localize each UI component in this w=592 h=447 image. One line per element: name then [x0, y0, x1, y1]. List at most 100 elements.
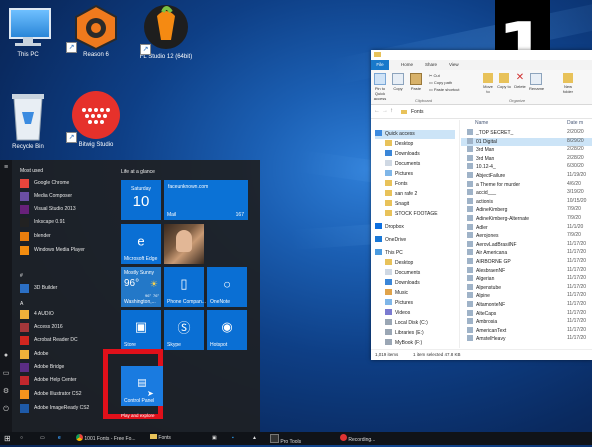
nav-item[interactable]: Music	[385, 289, 408, 298]
file-row[interactable]: 3rd Man 2/28/20	[461, 154, 592, 163]
file-row[interactable]: a Theme for murder 4/6/20	[461, 180, 592, 189]
file-row[interactable]: Alpenstube 11/17/20	[461, 283, 592, 292]
address-bar[interactable]: ← → ↑ Fonts	[371, 106, 592, 119]
nav-item[interactable]: Documents	[385, 160, 420, 169]
file-row[interactable]: AltamonteNF 11/17/20	[461, 301, 592, 309]
nav-item[interactable]: Documents	[385, 269, 420, 278]
delete-button[interactable]: ✕ Delete	[513, 73, 527, 90]
nav-item[interactable]: OneDrive	[375, 236, 406, 245]
nav-item[interactable]: Quick access	[375, 130, 455, 139]
edge-taskbar-icon[interactable]: e	[58, 434, 61, 443]
hotspot-tile[interactable]: ◉ Hotspot	[207, 310, 247, 350]
explorer-icon[interactable]: ▭	[2, 370, 10, 378]
app-item[interactable]: Adobe Help Center	[18, 374, 114, 387]
copy-button[interactable]: Copy	[391, 73, 405, 91]
file-row[interactable]: AbjectFailure 11/19/20	[461, 172, 592, 180]
cut-button[interactable]: ✂ Cut	[429, 73, 440, 78]
file-row[interactable]: 01 Digital 8/29/20	[461, 137, 592, 146]
user-icon[interactable]: ●	[2, 352, 10, 360]
file-row[interactable]: Ambrosia 11/17/20	[461, 318, 592, 326]
app-item[interactable]: Windows Media Player	[18, 244, 114, 257]
edge-tile[interactable]: e Microsoft Edge	[121, 224, 161, 264]
pin-quick-access-button[interactable]: Pin to Quick access	[373, 73, 387, 101]
paste-shortcut-button[interactable]: ▭ Paste shortcut	[429, 87, 459, 92]
nav-item[interactable]: Videos	[385, 309, 410, 318]
forward-arrow-icon[interactable]: →	[382, 108, 388, 114]
nav-item[interactable]: Desktop	[385, 140, 413, 149]
nav-item[interactable]: Libraries (E:)	[385, 329, 424, 338]
tab-view[interactable]: View	[449, 62, 459, 67]
file-row[interactable]: 10.12-4_ 6/30/20	[461, 163, 592, 171]
nav-item[interactable]: Desktop	[385, 259, 413, 268]
paste-button[interactable]: Paste	[409, 73, 423, 91]
nav-item[interactable]: Snagit	[385, 200, 409, 209]
phone-companion-tile[interactable]: ▯ Phone Compan...	[164, 267, 206, 307]
weather-tile[interactable]: Mostly Sunny 96° ☀ 96° 76° Washington,..…	[121, 267, 161, 307]
file-row[interactable]: 3rd Man 2/28/20	[461, 146, 592, 154]
app-item[interactable]: Adobe Illustrator CS2	[18, 388, 114, 401]
nav-item[interactable]: Dropbox	[375, 223, 404, 232]
app-item[interactable]: Acrobat Reader DC	[18, 334, 114, 347]
file-row[interactable]: AlesbraenNF 11/17/20	[461, 266, 592, 275]
file-row[interactable]: AlteCaps 11/17/20	[461, 309, 592, 318]
file-row[interactable]: AmstelHeavy 11/17/20	[461, 335, 592, 343]
desktop-icon-reason[interactable]: Reason 6 ↗	[62, 4, 130, 58]
nav-item[interactable]: STOCK FOOTAGE	[385, 210, 438, 219]
letter-a-header[interactable]: A	[20, 301, 23, 307]
skype-tile[interactable]: Ⓢ Skype	[164, 310, 204, 350]
file-row[interactable]: actionis 10/15/20	[461, 197, 592, 206]
store-tile[interactable]: ▣ Store	[121, 310, 161, 350]
hamburger-icon[interactable]: ≡	[2, 164, 10, 172]
task-view-icon[interactable]: ▭	[40, 434, 45, 443]
app-item[interactable]: 3D Builder	[18, 282, 114, 295]
nav-item[interactable]: This PC	[375, 249, 403, 258]
taskbar-fonts[interactable]: Fonts	[150, 434, 171, 443]
desktop-icon-fl-studio[interactable]: FL Studio 12 (64bit) ↗	[132, 2, 200, 60]
app-item[interactable]: 4 AUDIO	[18, 308, 114, 321]
photos-tile[interactable]	[164, 224, 204, 264]
file-row[interactable]: Algerian 11/17/20	[461, 275, 592, 283]
file-row[interactable]: Alpine 11/17/20	[461, 292, 592, 300]
file-row[interactable]: Adler 11/1/20	[461, 223, 592, 232]
file-row[interactable]: Air Americana 11/17/20	[461, 249, 592, 257]
file-row[interactable]: AdineKimberg-Alternate 7/9/20	[461, 215, 592, 223]
nav-item[interactable]: Fonts	[385, 180, 408, 189]
photoshop-taskbar-icon[interactable]: ▪	[232, 434, 234, 443]
file-row[interactable]: _TOP SECRET_ 2/20/20	[461, 129, 592, 137]
desktop-icon-bitwig[interactable]: Bitwig Studio ↗	[62, 90, 130, 148]
nav-item[interactable]: MyBook (F:)	[385, 339, 422, 348]
tab-share[interactable]: Share	[425, 62, 437, 67]
app-item[interactable]: Google Chrome	[18, 177, 114, 190]
desktop-icon-this-pc[interactable]: This PC	[0, 6, 62, 58]
power-icon[interactable]: ⏻	[2, 406, 10, 414]
move-to-button[interactable]: Move to	[481, 73, 495, 94]
back-arrow-icon[interactable]: ←	[374, 108, 380, 114]
nav-item[interactable]: Local Disk (C:)	[385, 319, 428, 328]
app-item[interactable]: blender	[18, 230, 114, 243]
file-row[interactable]: Aerojones 7/9/20	[461, 232, 592, 240]
file-row[interactable]: AmericanText 11/17/20	[461, 326, 592, 335]
breadcrumb[interactable]: Fonts	[411, 109, 424, 115]
control-panel-tile[interactable]: ▤ ➤ Control Panel	[121, 366, 163, 406]
app-item[interactable]: Adobe ImageReady CS2	[18, 402, 114, 415]
app-item[interactable]: Visual Studio 2013	[18, 203, 114, 216]
column-header-date[interactable]: Date m	[567, 120, 583, 126]
search-icon[interactable]: ○	[20, 434, 23, 443]
nav-item[interactable]: Downloads	[385, 150, 420, 159]
taskbar-recording[interactable]: Recording...	[340, 434, 375, 443]
desktop-icon-recycle-bin[interactable]: Recycle Bin	[0, 90, 62, 150]
column-header-name[interactable]: Name	[475, 120, 488, 126]
copy-to-button[interactable]: Copy to	[497, 73, 511, 89]
app-item[interactable]: Inkscape 0.91	[18, 216, 114, 229]
up-arrow-icon[interactable]: ↑	[390, 108, 393, 114]
calendar-tile[interactable]: Saturday 10	[121, 180, 161, 220]
explorer-titlebar[interactable]	[371, 50, 592, 60]
letter-hash-header[interactable]: #	[20, 273, 23, 279]
store-taskbar-icon[interactable]: ▣	[212, 434, 217, 443]
taskbar-pro-tools[interactable]: Pro Tools	[270, 434, 301, 445]
tab-file[interactable]: File	[371, 60, 389, 70]
nav-item[interactable]: Pictures	[385, 170, 413, 179]
file-row[interactable]: AdineKimberg 7/9/20	[461, 206, 592, 214]
rename-button[interactable]: Rename	[529, 73, 544, 91]
tab-home[interactable]: Home	[401, 62, 413, 67]
